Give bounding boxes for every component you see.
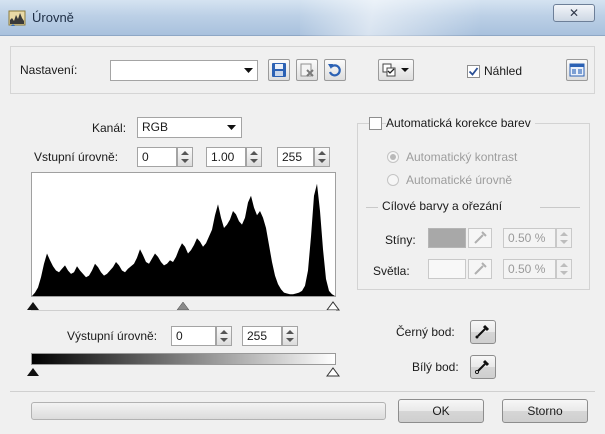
title-bar[interactable] — [0, 0, 605, 36]
auto-correction-label: Automatická korekce barev — [386, 116, 535, 130]
highlights-clip-field[interactable]: 0.50 % — [503, 259, 556, 279]
input-gamma-value: 1.00 — [211, 150, 235, 164]
target-colors-line-right — [540, 207, 580, 208]
progress-bar — [31, 402, 386, 420]
histogram-shape — [32, 183, 335, 296]
levels-app-icon — [8, 10, 26, 26]
shadows-color-swatch[interactable] — [428, 228, 466, 248]
channel-dropdown[interactable]: RGB — [137, 117, 242, 138]
input-black-value: 0 — [142, 150, 149, 164]
panel-layout-icon — [569, 63, 585, 77]
highlights-clip-value: 0.50 % — [508, 262, 546, 276]
output-white-slider[interactable] — [326, 367, 340, 377]
highlights-label: Světla: — [373, 264, 410, 278]
output-black-slider[interactable] — [27, 368, 39, 376]
highlights-color-swatch[interactable] — [428, 259, 466, 279]
stepper-arrows-icon — [560, 263, 568, 275]
stepper-arrows-icon — [560, 232, 568, 244]
preview-label: Náhled — [484, 64, 523, 78]
auto-contrast-label: Automatický kontrast — [406, 150, 518, 164]
close-button[interactable]: ✕ — [553, 4, 595, 22]
ok-button[interactable]: OK — [398, 399, 484, 423]
preset-label: Nastavení: — [20, 63, 78, 77]
input-white-value: 255 — [282, 150, 303, 164]
input-white-slider[interactable] — [326, 301, 340, 311]
black-point-label: Černý bod: — [396, 325, 455, 339]
preset-dropdown[interactable] — [110, 60, 258, 81]
save-icon — [272, 63, 286, 77]
bottom-divider — [10, 391, 595, 392]
output-slider-track[interactable] — [25, 365, 343, 377]
input-white-stepper[interactable] — [314, 147, 330, 167]
eyedropper-icon — [475, 359, 490, 374]
output-black-field[interactable]: 0 — [171, 326, 216, 346]
chevron-down-icon — [244, 68, 253, 73]
input-black-slider[interactable] — [27, 302, 39, 310]
output-black-value: 0 — [176, 329, 183, 343]
output-levels-label: Výstupní úrovně: — [67, 329, 158, 343]
reset-button[interactable] — [324, 59, 346, 81]
histogram — [32, 183, 335, 296]
target-colors-label: Cílové barvy a ořezání — [382, 199, 503, 213]
options-menu-button[interactable] — [378, 59, 414, 81]
channel-value: RGB — [142, 120, 169, 134]
delete-preset-icon — [300, 63, 314, 77]
stepper-arrows-icon — [181, 151, 189, 163]
shadows-eyedropper-button[interactable] — [468, 228, 492, 248]
white-point-eyedropper-button[interactable] — [470, 355, 496, 379]
chevron-down-icon — [227, 125, 236, 130]
title-bar-gloss — [300, 0, 480, 36]
shadows-label: Stíny: — [385, 233, 416, 247]
input-gamma-field[interactable]: 1.00 — [206, 147, 246, 167]
window-title: Úrovně — [32, 10, 74, 25]
stepper-arrows-icon — [286, 330, 294, 342]
stepper-arrows-icon — [220, 330, 228, 342]
stepper-arrows-icon — [250, 151, 258, 163]
channel-label: Kanál: — [92, 121, 127, 135]
auto-contrast-radio[interactable] — [387, 151, 399, 163]
target-colors-line-left — [366, 207, 378, 208]
highlights-swatch-fill — [429, 260, 465, 278]
preview-checkbox[interactable] — [467, 65, 480, 78]
output-gradient-bar — [31, 353, 336, 365]
input-gamma-slider[interactable] — [176, 301, 190, 311]
white-point-label: Bílý bod: — [412, 360, 459, 374]
cancel-button[interactable]: Storno — [502, 399, 588, 423]
cancel-label: Storno — [527, 404, 563, 418]
delete-preset-button[interactable] — [296, 59, 318, 81]
shadows-swatch-fill — [429, 229, 465, 247]
output-white-value: 255 — [247, 329, 268, 343]
radio-dot — [390, 154, 396, 160]
auto-levels-label: Automatické úrovně — [406, 173, 513, 187]
expand-panel-button[interactable] — [566, 59, 588, 81]
save-preset-button[interactable] — [268, 59, 290, 81]
close-icon: ✕ — [568, 6, 580, 20]
output-white-stepper[interactable] — [282, 326, 298, 346]
auto-correction-checkbox[interactable] — [369, 117, 382, 130]
eyedropper-icon — [474, 231, 487, 244]
slider-divider — [31, 310, 336, 311]
auto-levels-radio[interactable] — [387, 174, 399, 186]
input-black-field[interactable]: 0 — [137, 147, 177, 167]
histogram-panel — [31, 172, 336, 297]
input-white-field[interactable]: 255 — [277, 147, 314, 167]
ok-label: OK — [432, 404, 450, 418]
reset-icon — [328, 64, 341, 77]
highlights-clip-stepper[interactable] — [556, 259, 572, 279]
shadows-clip-field[interactable]: 0.50 % — [503, 228, 556, 248]
checkmark-icon — [468, 67, 479, 76]
input-black-stepper[interactable] — [177, 147, 193, 167]
output-black-stepper[interactable] — [216, 326, 232, 346]
shadows-clip-value: 0.50 % — [508, 231, 546, 245]
eyedropper-icon — [475, 324, 490, 339]
options-menu-icon — [382, 63, 409, 77]
output-white-field[interactable]: 255 — [242, 326, 282, 346]
stepper-arrows-icon — [318, 151, 326, 163]
shadows-clip-stepper[interactable] — [556, 228, 572, 248]
input-levels-label: Vstupní úrovně: — [34, 150, 119, 164]
black-point-eyedropper-button[interactable] — [470, 320, 496, 344]
highlights-eyedropper-button[interactable] — [468, 259, 492, 279]
eyedropper-icon — [474, 262, 487, 275]
input-gamma-stepper[interactable] — [246, 147, 262, 167]
